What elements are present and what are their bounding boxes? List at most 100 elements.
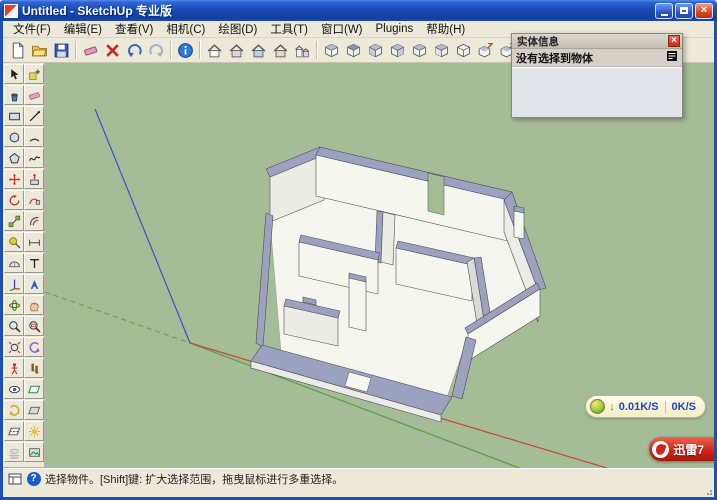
tool-section-plane[interactable]: [24, 379, 44, 399]
entity-details-icon[interactable]: [666, 50, 678, 65]
status-bar: ? 选择物件。[Shift]键: 扩大选择范围，拖曳鼠标进行多重选择。: [3, 468, 714, 488]
tool-walk[interactable]: [24, 358, 44, 378]
undo-button[interactable]: [123, 39, 145, 61]
close-button[interactable]: ×: [695, 3, 713, 19]
title-bar[interactable]: Untitled - SketchUp 专业版 ×: [0, 0, 717, 21]
entity-info-body: [512, 67, 682, 117]
tool-move[interactable]: [4, 169, 24, 189]
entity-info-empty-text: 没有选择到物体: [516, 50, 666, 66]
house-blue-button[interactable]: [247, 39, 269, 61]
tool-previous[interactable]: [24, 337, 44, 357]
resize-grip[interactable]: [703, 488, 713, 496]
redo-button[interactable]: [145, 39, 167, 61]
menu-camera[interactable]: 相机(C): [160, 20, 211, 38]
wall-face: [381, 212, 395, 265]
upload-speed: 0K/S: [672, 401, 696, 413]
close-icon: ×: [671, 36, 677, 46]
tool-polygon[interactable]: [4, 148, 24, 168]
menu-help[interactable]: 帮助(H): [420, 20, 471, 38]
view-iso-button[interactable]: [320, 39, 342, 61]
house-gray-button[interactable]: [225, 39, 247, 61]
menu-plugins[interactable]: Plugins: [370, 22, 420, 36]
sketchup-window: Untitled - SketchUp 专业版 × 文件(F) 编辑(E) 查看…: [0, 0, 717, 500]
tool-text[interactable]: [24, 253, 44, 273]
net-speed-widget[interactable]: ↓ 0.01K/S 0K/S: [585, 395, 706, 418]
tool-zoom-extents[interactable]: [4, 337, 24, 357]
tool-section-cut[interactable]: [4, 421, 24, 441]
minimize-button[interactable]: [655, 3, 673, 19]
tool-section-display[interactable]: [24, 400, 44, 420]
entity-info-panel: 实体信息 × 没有选择到物体: [511, 33, 683, 118]
tool-eraser[interactable]: [24, 85, 44, 105]
tool-paint-bucket[interactable]: [4, 85, 24, 105]
tool-line[interactable]: [24, 106, 44, 126]
thunder-label: 迅雷7: [673, 441, 704, 458]
menu-window[interactable]: 窗口(W): [315, 20, 369, 38]
tool-freehand[interactable]: [24, 148, 44, 168]
tool-follow-me[interactable]: [24, 190, 44, 210]
tool-offset[interactable]: [24, 211, 44, 231]
tool-circle[interactable]: [4, 127, 24, 147]
menu-file[interactable]: 文件(F): [7, 20, 57, 38]
view-top-button[interactable]: [342, 39, 364, 61]
tool-protractor[interactable]: [4, 253, 24, 273]
view-bottom-button[interactable]: [452, 39, 474, 61]
entity-info-close-button[interactable]: ×: [668, 35, 680, 47]
grid-icon[interactable]: [7, 471, 22, 486]
tool-zoom[interactable]: [4, 316, 24, 336]
tool-dimension[interactable]: [24, 232, 44, 252]
net-divider: [665, 401, 666, 413]
menu-edit[interactable]: 编辑(E): [58, 20, 108, 38]
tool-shadows[interactable]: [24, 421, 44, 441]
status-hint: 选择物件。[Shift]键: 扩大选择范围，拖曳鼠标进行多重选择。: [45, 471, 343, 487]
tool-rectangle[interactable]: [4, 106, 24, 126]
delete-button[interactable]: [101, 39, 123, 61]
toolbar-separator: [196, 40, 203, 60]
window-bottom-edge: [3, 488, 714, 497]
view-left-button[interactable]: [430, 39, 452, 61]
tool-select[interactable]: [4, 64, 24, 84]
maximize-icon: [680, 7, 688, 14]
viewport-canvas[interactable]: ↓ 0.01K/S 0K/S 迅雷7: [45, 63, 714, 468]
info-button[interactable]: [174, 39, 196, 61]
eraser-button[interactable]: [79, 39, 101, 61]
help-icon[interactable]: ?: [26, 471, 41, 486]
save-button[interactable]: [50, 39, 72, 61]
tool-fog[interactable]: [4, 442, 24, 462]
house-tan-button[interactable]: [269, 39, 291, 61]
tool-arc[interactable]: [24, 127, 44, 147]
export-3d-button[interactable]: [474, 39, 496, 61]
view-right-button[interactable]: [386, 39, 408, 61]
door-opening: [428, 173, 444, 215]
menu-tools[interactable]: 工具(T): [264, 20, 314, 38]
menu-draw[interactable]: 绘图(D): [212, 20, 263, 38]
tool-next[interactable]: [4, 400, 24, 420]
maximize-button[interactable]: [675, 3, 693, 19]
tool-look-around[interactable]: [4, 379, 24, 399]
new-button[interactable]: [6, 39, 28, 61]
tool-axes[interactable]: [4, 274, 24, 294]
tool-push-pull[interactable]: [24, 169, 44, 189]
download-arrow-icon: ↓: [609, 401, 615, 413]
house-pair-button[interactable]: [291, 39, 313, 61]
tool-3d-text[interactable]: [24, 274, 44, 294]
tool-zoom-window[interactable]: [24, 316, 44, 336]
app-icon: [4, 4, 18, 18]
tool-make-component[interactable]: [24, 64, 44, 84]
tool-tape-measure[interactable]: [4, 232, 24, 252]
tool-position-camera[interactable]: [4, 358, 24, 378]
house-white-button[interactable]: [203, 39, 225, 61]
tool-pan[interactable]: [24, 295, 44, 315]
view-back-button[interactable]: [408, 39, 430, 61]
thunder-badge[interactable]: 迅雷7: [649, 437, 714, 461]
tool-match-photo[interactable]: [24, 442, 44, 462]
close-icon: ×: [701, 5, 707, 16]
open-button[interactable]: [28, 39, 50, 61]
view-front-button[interactable]: [364, 39, 386, 61]
tool-orbit[interactable]: [4, 295, 24, 315]
entity-info-titlebar[interactable]: 实体信息 ×: [512, 34, 682, 49]
tool-rotate[interactable]: [4, 190, 24, 210]
wall-top: [256, 213, 273, 347]
tool-scale[interactable]: [4, 211, 24, 231]
menu-view[interactable]: 查看(V): [109, 20, 159, 38]
